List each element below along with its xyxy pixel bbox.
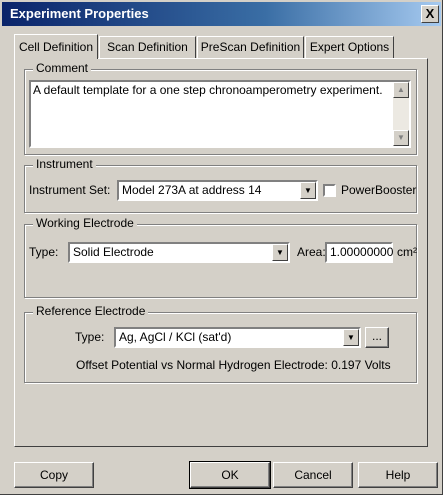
- comment-scrollbar[interactable]: ▲ ▼: [393, 82, 409, 146]
- working-electrode-type-label: Type:: [29, 245, 59, 259]
- tab-expert-options[interactable]: Expert Options: [305, 36, 394, 58]
- experiment-properties-dialog: Experiment Properties X Cell Definition …: [0, 0, 443, 495]
- reference-electrode-group-label: Reference Electrode: [33, 304, 149, 318]
- area-unit: cm²: [397, 245, 417, 259]
- powerbooster-label[interactable]: PowerBooster: [341, 183, 416, 197]
- cancel-button[interactable]: Cancel: [273, 462, 353, 488]
- help-button[interactable]: Help: [358, 462, 438, 488]
- tab-scan-definition[interactable]: Scan Definition: [99, 36, 196, 58]
- instrument-group-label: Instrument: [33, 157, 96, 171]
- reference-electrode-type-select[interactable]: Ag, AgCl / KCl (sat'd) ▼: [114, 327, 361, 348]
- copy-button[interactable]: Copy: [14, 462, 94, 488]
- ok-button[interactable]: OK: [189, 461, 271, 489]
- working-electrode-group: Working Electrode Type: Solid Electrode …: [24, 216, 417, 298]
- offset-potential-text: Offset Potential vs Normal Hydrogen Elec…: [76, 358, 391, 372]
- comment-group: Comment A default template for a one ste…: [24, 61, 417, 155]
- area-label: Area:: [297, 245, 326, 259]
- reference-electrode-type-value: Ag, AgCl / KCl (sat'd): [119, 330, 232, 344]
- title-bar: Experiment Properties X: [2, 2, 441, 26]
- tab-prescan-definition[interactable]: PreScan Definition: [197, 36, 304, 58]
- reference-electrode-type-label: Type:: [75, 330, 105, 344]
- comment-text: A default template for a one step chrono…: [33, 83, 383, 97]
- instrument-set-value: Model 273A at address 14: [122, 183, 262, 197]
- working-electrode-type-value: Solid Electrode: [73, 245, 154, 259]
- cell-definition-panel: Comment A default template for a one ste…: [14, 58, 428, 447]
- area-input[interactable]: 1.00000000: [325, 242, 393, 263]
- powerbooster-checkbox[interactable]: [323, 184, 336, 197]
- scroll-up-icon[interactable]: ▲: [393, 82, 409, 98]
- browse-reference-button[interactable]: ...: [365, 327, 389, 348]
- chevron-down-icon[interactable]: ▼: [300, 182, 316, 199]
- comment-textarea[interactable]: A default template for a one step chrono…: [29, 80, 411, 148]
- working-electrode-group-label: Working Electrode: [33, 216, 137, 230]
- close-button[interactable]: X: [421, 5, 439, 23]
- tab-cell-definition[interactable]: Cell Definition: [14, 34, 98, 59]
- working-electrode-type-select[interactable]: Solid Electrode ▼: [68, 242, 290, 263]
- chevron-down-icon[interactable]: ▼: [343, 329, 359, 346]
- chevron-down-icon[interactable]: ▼: [272, 244, 288, 261]
- instrument-group: Instrument Instrument Set: Model 273A at…: [24, 157, 417, 213]
- window-title: Experiment Properties: [10, 6, 149, 21]
- reference-electrode-group: Reference Electrode Type: Ag, AgCl / KCl…: [24, 304, 417, 383]
- area-value: 1.00000000: [330, 245, 394, 259]
- comment-group-label: Comment: [33, 61, 92, 75]
- instrument-set-label: Instrument Set:: [29, 183, 111, 197]
- scroll-down-icon[interactable]: ▼: [393, 130, 409, 146]
- instrument-set-select[interactable]: Model 273A at address 14 ▼: [117, 180, 318, 201]
